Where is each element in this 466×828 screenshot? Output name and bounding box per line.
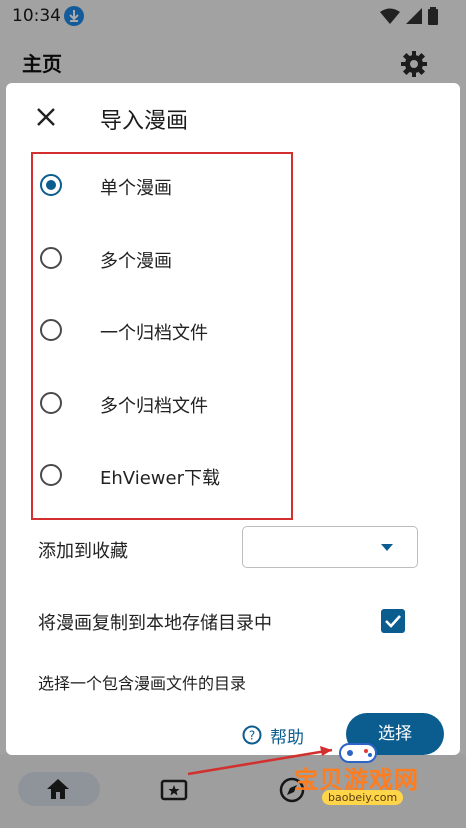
favorite-label: 添加到收藏 bbox=[38, 541, 128, 562]
option-single-comic[interactable]: 单个漫画 bbox=[34, 166, 324, 206]
radio[interactable] bbox=[40, 464, 62, 486]
radio[interactable] bbox=[40, 247, 62, 269]
option-label: 单个漫画 bbox=[100, 178, 172, 199]
close-icon[interactable] bbox=[32, 103, 60, 131]
option-one-archive[interactable]: 一个归档文件 bbox=[34, 311, 324, 351]
option-ehviewer-downloads[interactable]: EhViewer下载 bbox=[34, 456, 324, 496]
radio-selected[interactable] bbox=[40, 174, 62, 196]
favorite-select[interactable] bbox=[242, 526, 418, 568]
option-multiple-archives[interactable]: 多个归档文件 bbox=[34, 384, 324, 424]
dialog-title: 导入漫画 bbox=[100, 109, 189, 134]
option-label: EhViewer下载 bbox=[100, 468, 220, 489]
option-multiple-comics[interactable]: 多个漫画 bbox=[34, 239, 324, 279]
watermark-logo: 宝贝游戏网 baobeiy.com bbox=[286, 738, 466, 828]
radio[interactable] bbox=[40, 392, 62, 414]
import-comic-dialog: 导入漫画 单个漫画 多个漫画 一个归档文件 多个归档文件 EhViewer下载 … bbox=[6, 83, 460, 755]
copy-to-local-label: 将漫画复制到本地存储目录中 bbox=[38, 613, 272, 634]
copy-to-local-checkbox[interactable] bbox=[381, 609, 405, 633]
option-label: 一个归档文件 bbox=[100, 323, 208, 344]
caret-down-icon bbox=[381, 544, 393, 551]
watermark-url: baobeiy.com bbox=[322, 790, 404, 805]
radio[interactable] bbox=[40, 319, 62, 341]
option-label: 多个归档文件 bbox=[100, 396, 208, 417]
option-label: 多个漫画 bbox=[100, 251, 172, 272]
directory-hint: 选择一个包含漫画文件的目录 bbox=[38, 674, 247, 693]
